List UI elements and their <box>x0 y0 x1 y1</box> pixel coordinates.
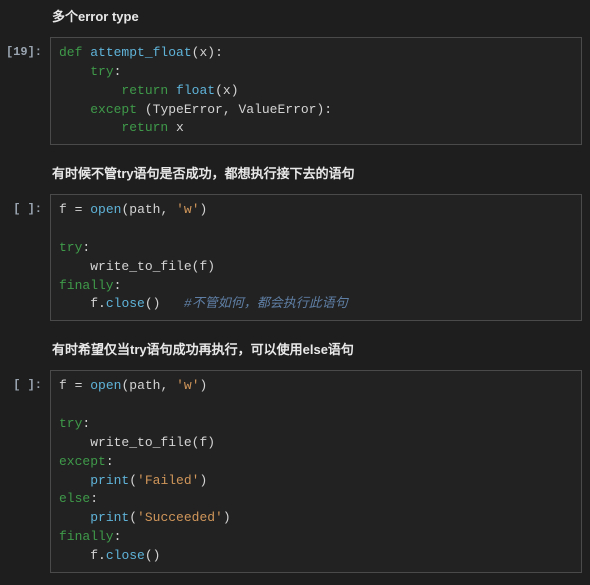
kw-finally: finally <box>59 278 114 293</box>
builtin-open: open <box>90 202 121 217</box>
string: 'w' <box>176 202 199 217</box>
paren: ): <box>316 102 332 117</box>
fn-call: write_to_file <box>90 259 191 274</box>
paren: ) <box>207 435 215 450</box>
code-editor[interactable]: def attempt_float(x): try: return float(… <box>50 37 582 145</box>
paren: ) <box>200 202 208 217</box>
paren: ( <box>129 510 137 525</box>
var: f <box>90 548 98 563</box>
colon: : <box>114 278 122 293</box>
kw-else: else <box>59 491 90 506</box>
code-cell: [ ]: f = open(path, 'w') try: write_to_f… <box>0 192 590 333</box>
exc-type: ValueError <box>238 102 316 117</box>
colon: : <box>82 240 90 255</box>
cell-prompt: [ ]: <box>0 370 50 572</box>
code-editor[interactable]: f = open(path, 'w') try: write_to_file(f… <box>50 370 582 572</box>
paren: ( <box>137 102 153 117</box>
string: 'Succeeded' <box>137 510 223 525</box>
string: 'Failed' <box>137 473 199 488</box>
method-close: close <box>106 548 145 563</box>
markdown-cell: 有时候不管try语句是否成功，都想执行接下去的语句 <box>0 157 590 192</box>
colon: : <box>114 64 122 79</box>
paren: ) <box>199 473 207 488</box>
cell-prompt: [19]: <box>0 37 50 145</box>
kw-finally: finally <box>59 529 114 544</box>
markdown-text: 有时希望仅当try语句成功再执行，可以使用else语句 <box>52 342 354 357</box>
fn-name: attempt_float <box>90 45 191 60</box>
colon: : <box>90 491 98 506</box>
paren: ) <box>231 83 239 98</box>
comment: #不管如何，都会执行此语句 <box>184 296 348 311</box>
colon: : <box>106 454 114 469</box>
kw-return: return <box>121 120 168 135</box>
comma: , <box>160 202 176 217</box>
kw-except: except <box>59 454 106 469</box>
markdown-cell: 多个error type <box>0 0 590 35</box>
builtin-open: open <box>90 378 121 393</box>
paren: ) <box>223 510 231 525</box>
arg: path <box>129 378 160 393</box>
arg: x <box>223 83 231 98</box>
markdown-cell: 有时希望仅当try语句成功再执行，可以使用else语句 <box>0 333 590 368</box>
kw-def: def <box>59 45 82 60</box>
dot: . <box>98 296 106 311</box>
colon: : <box>114 529 122 544</box>
builtin-float: float <box>176 83 215 98</box>
paren: ( <box>145 548 153 563</box>
fn-call: write_to_file <box>90 435 191 450</box>
var: f <box>59 202 75 217</box>
builtin-print: print <box>90 510 129 525</box>
string: 'w' <box>176 378 199 393</box>
kw-except: except <box>90 102 137 117</box>
paren: ) <box>153 548 161 563</box>
markdown-text: 多个error type <box>52 9 139 24</box>
paren: ) <box>200 378 208 393</box>
builtin-print: print <box>90 473 129 488</box>
kw-try: try <box>90 64 113 79</box>
colon: : <box>82 416 90 431</box>
exc-type: TypeError <box>153 102 223 117</box>
sp <box>160 296 183 311</box>
paren: ( <box>129 473 137 488</box>
paren: ) <box>207 259 215 274</box>
method-close: close <box>106 296 145 311</box>
comma: , <box>223 102 239 117</box>
paren: ( <box>145 296 153 311</box>
markdown-text: 有时候不管try语句是否成功，都想执行接下去的语句 <box>52 166 355 181</box>
var: f <box>59 378 75 393</box>
kw-try: try <box>59 416 82 431</box>
arg: path <box>129 202 160 217</box>
notebook: 多个error type [19]: def attempt_float(x):… <box>0 0 590 585</box>
var: f <box>90 296 98 311</box>
paren: ( <box>215 83 223 98</box>
dot: . <box>98 548 106 563</box>
paren: ): <box>207 45 223 60</box>
cell-prompt: [ ]: <box>0 194 50 321</box>
kw-return: return <box>121 83 168 98</box>
var: x <box>168 120 184 135</box>
comma: , <box>160 378 176 393</box>
kw-try: try <box>59 240 82 255</box>
code-cell: [19]: def attempt_float(x): try: return … <box>0 35 590 157</box>
code-editor[interactable]: f = open(path, 'w') try: write_to_file(f… <box>50 194 582 321</box>
code-cell: [ ]: f = open(path, 'w') try: write_to_f… <box>0 368 590 584</box>
